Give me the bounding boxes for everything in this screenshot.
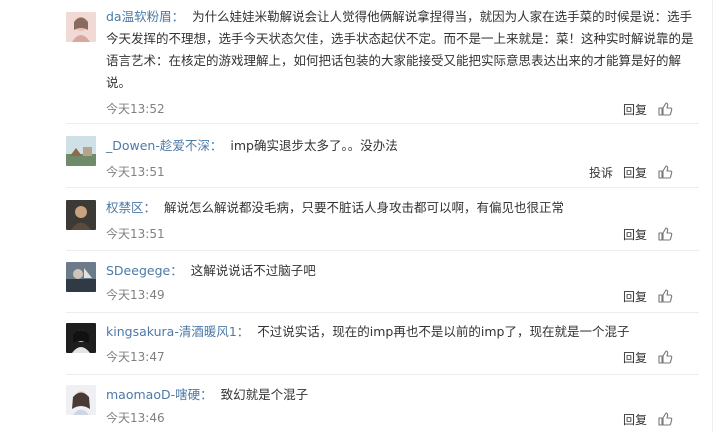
avatar[interactable] bbox=[66, 136, 96, 166]
report-button[interactable]: 投诉 bbox=[589, 164, 613, 181]
comment-text: 解说怎么解说都没毛病，只要不脏话人身攻击都可以啊，有偏见也很正常 bbox=[164, 200, 565, 215]
avatar-image bbox=[66, 200, 96, 230]
comment-username[interactable]: SDeegege： bbox=[106, 263, 183, 278]
comment-body: maomaoD-嗐硬： 致幻就是个混子 bbox=[106, 384, 696, 406]
avatar-image bbox=[66, 136, 96, 166]
comment-text: imp确实退步太多了。。没办法 bbox=[230, 138, 398, 153]
comment-text-block: da温软粉眉： 为什么娃娃米勒解说会让人觉得他俩解说拿捏得当，就因为人家在选手菜的… bbox=[106, 6, 696, 94]
reply-button[interactable]: 回复 bbox=[623, 349, 647, 366]
comment-body: SDeegege： 这解说说话不过脑子吧 bbox=[106, 260, 696, 282]
avatar[interactable] bbox=[66, 200, 96, 230]
comment-username[interactable]: maomaoD-嗐硬： bbox=[106, 387, 213, 402]
comment-item: da温软粉眉： 为什么娃娃米勒解说会让人觉得他俩解说拿捏得当，就因为人家在选手菜的… bbox=[0, 0, 725, 122]
comment-username[interactable]: _Dowen-趁爱不深： bbox=[106, 138, 222, 153]
comment-time: 今天13:52 bbox=[106, 102, 165, 116]
comment-item: kingsakura-清酒暖风1： 不过说实话，现在的imp再也不是以前的imp了… bbox=[0, 313, 725, 375]
avatar[interactable] bbox=[66, 323, 96, 353]
thumbs-up-icon[interactable] bbox=[657, 349, 673, 365]
comment-item: maomaoD-嗐硬： 致幻就是个混子 今天13:46 回复 bbox=[0, 375, 725, 432]
comment-text-block: SDeegege： 这解说说话不过脑子吧 bbox=[106, 260, 696, 282]
comment-item: _Dowen-趁爱不深： imp确实退步太多了。。没办法 今天13:51 投诉 回… bbox=[0, 124, 725, 186]
comment-text-block: maomaoD-嗐硬： 致幻就是个混子 bbox=[106, 384, 696, 406]
comment-time: 今天13:47 bbox=[106, 350, 165, 364]
comment-username[interactable]: 权禁区： bbox=[106, 200, 156, 215]
comment-item: 权禁区： 解说怎么解说都没毛病，只要不脏话人身攻击都可以啊，有偏见也很正常 今天1… bbox=[0, 188, 725, 250]
comment-time: 今天13:51 bbox=[106, 227, 165, 241]
thumbs-up-icon[interactable] bbox=[657, 411, 673, 427]
comment-body: 权禁区： 解说怎么解说都没毛病，只要不脏话人身攻击都可以啊，有偏见也很正常 bbox=[106, 197, 696, 219]
comment-actions: 回复 bbox=[623, 286, 673, 306]
avatar[interactable] bbox=[66, 385, 96, 415]
thumbs-up-icon[interactable] bbox=[657, 288, 673, 304]
comment-text: 不过说实话，现在的imp再也不是以前的imp了，现在就是一个混子 bbox=[257, 324, 630, 339]
reply-button[interactable]: 回复 bbox=[623, 411, 647, 428]
thumbs-up-icon[interactable] bbox=[657, 101, 673, 117]
comment-text-block: _Dowen-趁爱不深： imp确实退步太多了。。没办法 bbox=[106, 135, 696, 157]
comment-body: _Dowen-趁爱不深： imp确实退步太多了。。没办法 bbox=[106, 135, 696, 157]
comment-time: 今天13:46 bbox=[106, 411, 165, 425]
comment-actions: 回复 bbox=[623, 99, 673, 119]
comment-username[interactable]: kingsakura-清酒暖风1： bbox=[106, 324, 249, 339]
comment-body: da温软粉眉： 为什么娃娃米勒解说会让人觉得他俩解说拿捏得当，就因为人家在选手菜的… bbox=[106, 6, 696, 94]
reply-button[interactable]: 回复 bbox=[623, 101, 647, 118]
comment-text: 致幻就是个混子 bbox=[220, 387, 309, 402]
comment-time: 今天13:51 bbox=[106, 165, 165, 179]
thumbs-up-icon[interactable] bbox=[657, 164, 673, 180]
avatar-image bbox=[66, 12, 96, 42]
comment-time: 今天13:49 bbox=[106, 288, 165, 302]
comment-item: SDeegege： 这解说说话不过脑子吧 今天13:49 回复 bbox=[0, 251, 725, 313]
avatar-image bbox=[66, 262, 96, 292]
comment-actions: 回复 bbox=[623, 224, 673, 244]
reply-button[interactable]: 回复 bbox=[623, 164, 647, 181]
comment-body: kingsakura-清酒暖风1： 不过说实话，现在的imp再也不是以前的imp了… bbox=[106, 321, 696, 343]
comment-actions: 回复 bbox=[623, 347, 673, 367]
thumbs-up-icon[interactable] bbox=[657, 226, 673, 242]
reply-button[interactable]: 回复 bbox=[623, 226, 647, 243]
comment-text-block: 权禁区： 解说怎么解说都没毛病，只要不脏话人身攻击都可以啊，有偏见也很正常 bbox=[106, 197, 696, 219]
comment-text: 这解说说话不过脑子吧 bbox=[190, 263, 316, 278]
avatar-image bbox=[66, 323, 96, 353]
comment-text-block: kingsakura-清酒暖风1： 不过说实话，现在的imp再也不是以前的imp了… bbox=[106, 321, 696, 343]
avatar[interactable] bbox=[66, 262, 96, 292]
comment-actions: 回复 bbox=[623, 409, 673, 429]
comment-list: da温软粉眉： 为什么娃娃米勒解说会让人觉得他俩解说拿捏得当，就因为人家在选手菜的… bbox=[0, 0, 725, 432]
panel-border bbox=[712, 0, 713, 432]
comment-actions: 投诉 回复 bbox=[589, 162, 673, 182]
comment-username[interactable]: da温软粉眉： bbox=[106, 9, 184, 24]
avatar[interactable] bbox=[66, 12, 96, 42]
reply-button[interactable]: 回复 bbox=[623, 288, 647, 305]
avatar-image bbox=[66, 385, 96, 415]
comment-text: 为什么娃娃米勒解说会让人觉得他俩解说拿捏得当，就因为人家在选手菜的时候是说：选手… bbox=[106, 9, 694, 90]
